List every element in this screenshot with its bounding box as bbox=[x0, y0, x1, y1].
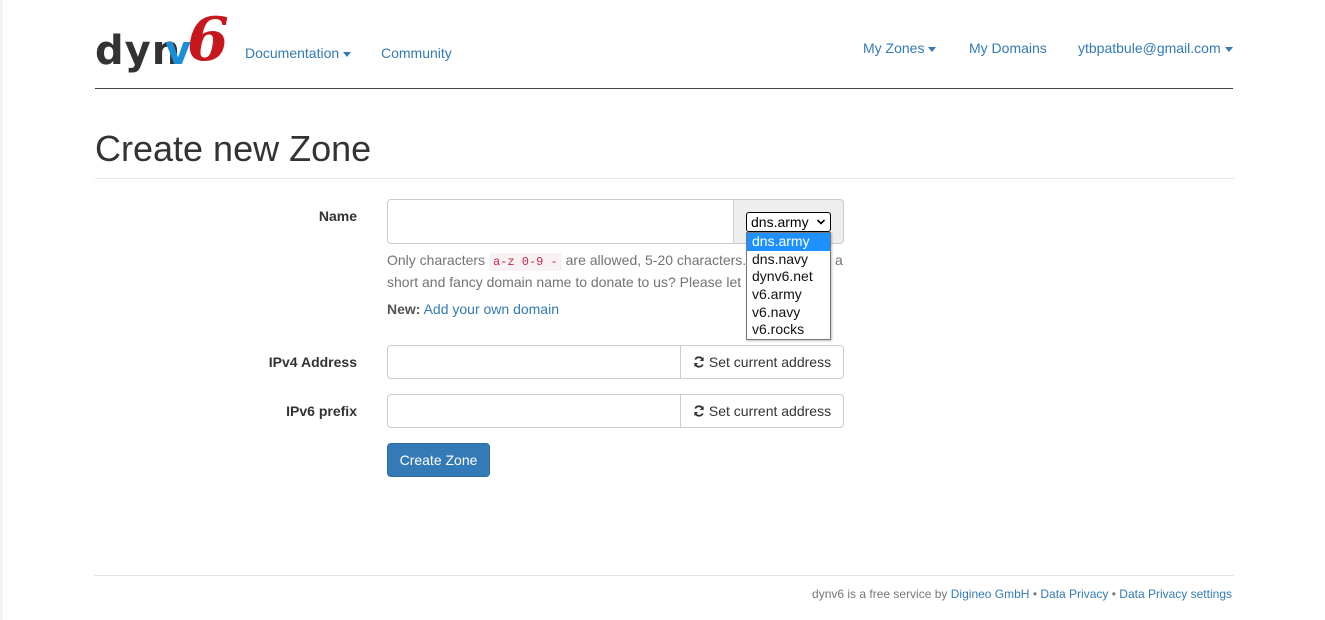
domain-select-value: dns.army bbox=[751, 214, 809, 230]
footer-privacy-settings-link[interactable]: Data Privacy settings bbox=[1119, 587, 1232, 601]
window-edge bbox=[0, 0, 3, 620]
nav-user-menu[interactable]: ytbpatbule@gmail.com bbox=[1078, 40, 1233, 56]
new-domain-line: New: Add your own domain bbox=[387, 301, 559, 317]
nav-documentation[interactable]: Documentation bbox=[245, 45, 352, 61]
ipv6-label: IPv6 prefix bbox=[286, 403, 357, 419]
ipv4-input[interactable] bbox=[387, 345, 681, 379]
caret-down-icon bbox=[343, 51, 352, 57]
navbar-divider bbox=[95, 88, 1233, 89]
create-zone-button[interactable]: Create Zone bbox=[387, 443, 490, 477]
caret-down-icon bbox=[1224, 46, 1233, 52]
footer-divider bbox=[94, 575, 1234, 576]
ipv4-label: IPv4 Address bbox=[268, 354, 357, 370]
footer-privacy-link[interactable]: Data Privacy bbox=[1040, 587, 1108, 601]
domain-select[interactable]: dns.army bbox=[746, 212, 831, 232]
refresh-icon bbox=[694, 405, 704, 417]
ipv4-set-current-button[interactable]: Set current address bbox=[680, 345, 844, 379]
domain-option[interactable]: dns.navy bbox=[747, 251, 830, 269]
chevron-down-icon bbox=[816, 219, 826, 225]
footer-separator: • bbox=[1111, 587, 1116, 601]
help-line2: short and fancy domain name to donate to… bbox=[387, 274, 742, 290]
ipv6-input[interactable] bbox=[387, 394, 681, 428]
zone-name-input[interactable] bbox=[387, 199, 734, 244]
page-title: Create new Zone bbox=[95, 128, 372, 169]
help-suffix: are allowed, 5-20 characters. bbox=[565, 252, 747, 268]
add-own-domain-link[interactable]: Add your own domain bbox=[424, 301, 559, 317]
nav-my-zones[interactable]: My Zones bbox=[863, 40, 937, 56]
logo-text-6: 6 bbox=[187, 5, 229, 75]
footer-text: dynv6 is a free service by bbox=[812, 587, 948, 601]
help-allowed-chars: a-z 0-9 - bbox=[488, 253, 562, 271]
nav-documentation-label: Documentation bbox=[245, 45, 340, 61]
refresh-icon bbox=[694, 356, 704, 368]
nav-user-label: ytbpatbule@gmail.com bbox=[1078, 40, 1221, 56]
nav-community[interactable]: Community bbox=[381, 45, 452, 61]
ipv4-set-current-label: Set current address bbox=[708, 354, 832, 370]
footer-company-link[interactable]: Digineo GmbH bbox=[951, 587, 1030, 601]
title-divider bbox=[95, 178, 1234, 179]
nav-my-domains[interactable]: My Domains bbox=[969, 40, 1047, 56]
name-label: Name bbox=[318, 208, 357, 224]
new-label: New: bbox=[387, 301, 421, 317]
footer: dynv6 is a free service by Digineo GmbH … bbox=[812, 587, 1232, 601]
nav-my-zones-label: My Zones bbox=[863, 40, 925, 56]
domain-option[interactable]: v6.army bbox=[747, 286, 830, 304]
domain-option[interactable]: v6.rocks bbox=[747, 321, 830, 339]
footer-separator: • bbox=[1032, 587, 1038, 601]
ipv6-set-current-label: Set current address bbox=[708, 403, 832, 419]
domain-select-dropdown: dns.army dns.navy dynv6.net v6.army v6.n… bbox=[746, 232, 831, 340]
domain-option[interactable]: dns.army bbox=[747, 233, 830, 251]
domain-option[interactable]: dynv6.net bbox=[747, 268, 830, 286]
domain-option[interactable]: v6.navy bbox=[747, 304, 830, 322]
help-prefix: Only characters bbox=[387, 252, 486, 268]
help-line1-end: a bbox=[835, 252, 843, 268]
caret-down-icon bbox=[928, 46, 937, 52]
ipv6-set-current-button[interactable]: Set current address bbox=[680, 394, 844, 428]
